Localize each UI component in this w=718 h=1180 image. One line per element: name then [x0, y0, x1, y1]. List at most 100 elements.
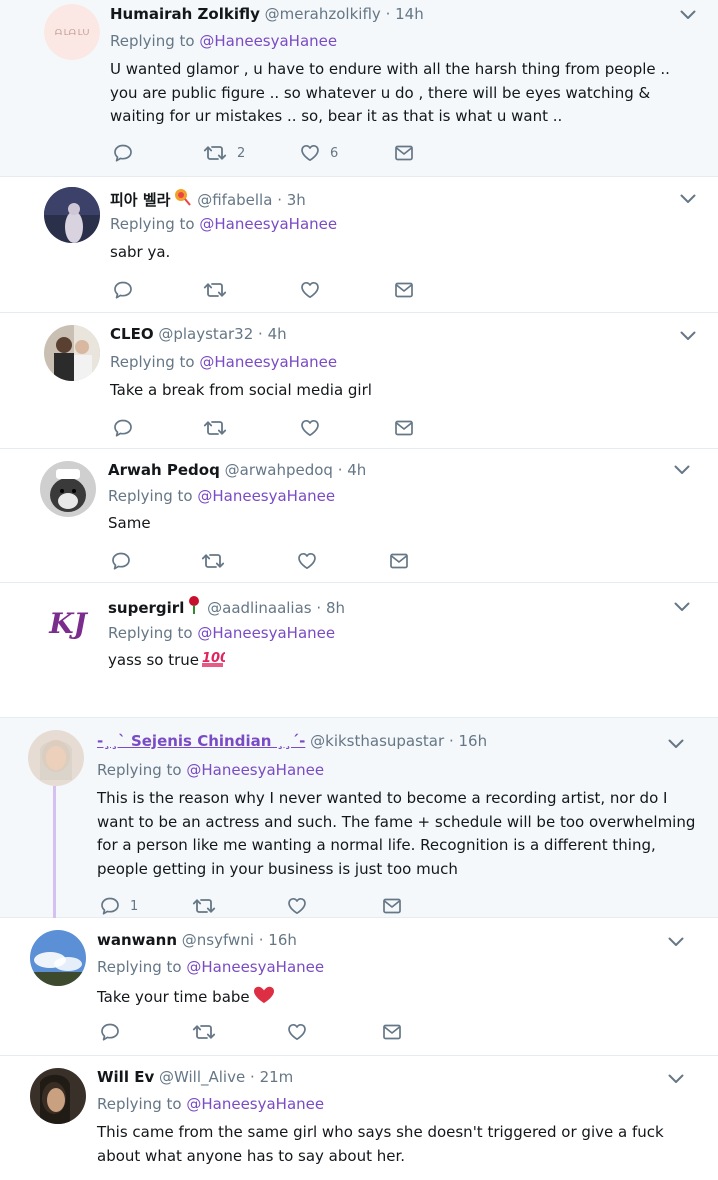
chevron-down-icon[interactable] [674, 465, 690, 475]
reply-button[interactable]: 1 [100, 896, 138, 916]
mention-link[interactable]: @HaneesyaHanee [199, 32, 337, 50]
author-handle[interactable]: @merahzolkifly [265, 5, 381, 23]
author-handle[interactable]: @aadlinaalias [207, 599, 311, 617]
tweet-item[interactable]: -¸¸` Sejenis Chindian ¸¸´- @kiksthasupas… [0, 718, 718, 918]
author-name[interactable]: Humairah Zolkifly [110, 5, 260, 23]
timestamp[interactable]: 16h [459, 732, 488, 750]
tweet-item[interactable]: 피아 벨라 @fifabella · 3h Replying to @Hanee… [0, 177, 718, 313]
like-button[interactable]: 6 [300, 143, 338, 163]
reply-button[interactable] [100, 1022, 120, 1042]
replying-to: Replying to @HaneesyaHanee [110, 352, 337, 372]
retweet-button[interactable]: 2 [203, 143, 245, 163]
retweet-icon [203, 418, 227, 438]
tweet-item[interactable]: ᗩ ᒪᗩ ᒪᑌ Humairah Zolkifly @merahzolkifly… [0, 0, 718, 177]
dm-button[interactable] [394, 143, 414, 163]
tweet-item[interactable]: KJ supergirl @aadlinaalias · 8h Replying… [0, 583, 718, 718]
like-button[interactable] [287, 1022, 307, 1042]
reply-button[interactable] [113, 280, 133, 300]
replying-to-label: Replying to [97, 958, 182, 976]
chevron-down-icon[interactable] [668, 739, 684, 749]
mention-link[interactable]: @HaneesyaHanee [186, 761, 324, 779]
avatar[interactable] [30, 930, 86, 986]
author-name[interactable]: CLEO [110, 325, 154, 343]
timestamp[interactable]: 4h [268, 325, 287, 343]
reply-button[interactable] [113, 418, 133, 438]
tweet-header: Humairah Zolkifly @merahzolkifly · 14h [110, 4, 424, 24]
dm-button[interactable] [394, 280, 414, 300]
retweet-icon [203, 280, 227, 300]
avatar[interactable] [28, 730, 84, 786]
dm-button[interactable] [382, 896, 402, 916]
author-handle[interactable]: @playstar32 [158, 325, 253, 343]
tweet-item[interactable]: wanwann @nsyfwni · 16h Replying to @Hane… [0, 918, 718, 1056]
replying-to: Replying to @HaneesyaHanee [110, 214, 337, 234]
author-handle[interactable]: @fifabella [197, 191, 272, 209]
retweet-count: 2 [237, 145, 246, 161]
mention-link[interactable]: @HaneesyaHanee [186, 958, 324, 976]
tweet-item[interactable]: Arwah Pedoq @arwahpedoq · 4h Replying to… [0, 449, 718, 583]
author-handle[interactable]: @Will_Alive [159, 1068, 245, 1086]
like-button[interactable] [287, 896, 307, 916]
author-handle[interactable]: @kiksthasupastar [310, 732, 444, 750]
author-name[interactable]: supergirl [108, 599, 184, 617]
like-button[interactable] [300, 418, 320, 438]
lollipop-emoji-icon [175, 189, 192, 206]
mention-link[interactable]: @HaneesyaHanee [186, 1095, 324, 1113]
timestamp[interactable]: 14h [395, 5, 424, 23]
reply-icon [100, 896, 120, 916]
timestamp[interactable]: 8h [326, 599, 345, 617]
dm-button[interactable] [389, 551, 409, 571]
avatar[interactable] [40, 461, 96, 517]
chevron-down-icon[interactable] [680, 331, 696, 341]
avatar[interactable] [44, 187, 100, 243]
author-name[interactable]: wanwann [97, 931, 177, 949]
avatar[interactable]: KJ [40, 595, 96, 651]
author-handle[interactable]: @arwahpedoq [225, 461, 333, 479]
like-button[interactable] [297, 551, 317, 571]
avatar[interactable] [30, 1068, 86, 1124]
avatar[interactable]: ᗩ ᒪᗩ ᒪᑌ [44, 4, 100, 60]
tweet-header: wanwann @nsyfwni · 16h [97, 930, 297, 950]
like-button[interactable] [300, 280, 320, 300]
retweet-button[interactable] [203, 418, 227, 438]
author-name[interactable]: 피아 벨라 [110, 191, 170, 209]
replying-to: Replying to @HaneesyaHanee [97, 957, 324, 977]
tweet-item[interactable]: Will Ev @Will_Alive · 21m Replying to @H… [0, 1056, 718, 1180]
chevron-down-icon[interactable] [668, 1074, 684, 1084]
tweet-header: 피아 벨라 @fifabella · 3h [110, 187, 306, 210]
separator: · [316, 599, 322, 617]
mention-link[interactable]: @HaneesyaHanee [197, 487, 335, 505]
timestamp[interactable]: 4h [347, 461, 366, 479]
chevron-down-icon[interactable] [680, 194, 696, 204]
retweet-button[interactable] [192, 1022, 216, 1042]
tweet-text: yass so true100 [108, 649, 698, 673]
tweet-item[interactable]: CLEO @playstar32 · 4h Replying to @Hanee… [0, 313, 718, 449]
tweet-text: Take your time babe [97, 984, 697, 1010]
retweet-icon [203, 143, 227, 163]
envelope-icon [382, 896, 402, 916]
mention-link[interactable]: @HaneesyaHanee [197, 624, 335, 642]
author-name[interactable]: -¸¸` Sejenis Chindian ¸¸´- [97, 732, 305, 750]
reply-button[interactable] [111, 551, 131, 571]
dm-button[interactable] [394, 418, 414, 438]
dm-button[interactable] [382, 1022, 402, 1042]
retweet-button[interactable] [192, 896, 216, 916]
tweet-text: This came from the same girl who says sh… [97, 1123, 664, 1165]
chevron-down-icon[interactable] [668, 937, 684, 947]
author-handle[interactable]: @nsyfwni [182, 931, 254, 949]
heart-icon [297, 551, 317, 571]
avatar[interactable] [44, 325, 100, 381]
timestamp[interactable]: 21m [260, 1068, 294, 1086]
timestamp[interactable]: 16h [268, 931, 297, 949]
author-name[interactable]: Arwah Pedoq [108, 461, 220, 479]
retweet-button[interactable] [201, 551, 225, 571]
mention-link[interactable]: @HaneesyaHanee [199, 353, 337, 371]
reply-button[interactable] [113, 143, 133, 163]
tweet-header: -¸¸` Sejenis Chindian ¸¸´- @kiksthasupas… [97, 731, 487, 751]
author-name[interactable]: Will Ev [97, 1068, 154, 1086]
mention-link[interactable]: @HaneesyaHanee [199, 215, 337, 233]
chevron-down-icon[interactable] [680, 10, 696, 20]
chevron-down-icon[interactable] [674, 602, 690, 612]
timestamp[interactable]: 3h [287, 191, 306, 209]
retweet-button[interactable] [203, 280, 227, 300]
